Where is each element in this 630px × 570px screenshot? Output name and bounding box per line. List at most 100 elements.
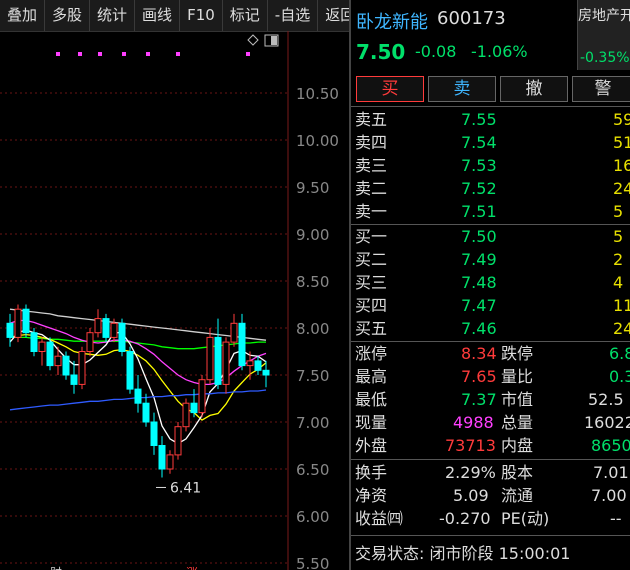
candle-body	[102, 318, 110, 338]
candle-body	[110, 322, 118, 338]
stat-label: 内盘	[501, 436, 534, 455]
alert-button[interactable]: 警	[572, 76, 630, 102]
stat-value: 52.5	[588, 390, 624, 409]
order-price: 7.47	[461, 296, 497, 315]
stat-value: 16022	[584, 413, 630, 432]
candle-body	[214, 336, 222, 385]
candle-body	[134, 388, 142, 404]
trade-status-label: 交易状态:	[355, 544, 425, 563]
price-axis-label: 5.50	[296, 555, 329, 570]
price-axis-label: 8.00	[296, 320, 329, 338]
price-axis-label: 9.50	[296, 179, 329, 197]
trade-buttons: 买 卖 撤 警	[351, 76, 630, 102]
order-price: 7.48	[461, 273, 497, 292]
low-marker-label: 6.41	[170, 480, 201, 496]
order-book-row: 卖四 7.54 51	[351, 131, 630, 154]
stock-name: 卧龙新能	[356, 12, 428, 33]
order-price: 7.54	[461, 133, 497, 152]
candle-body	[174, 426, 182, 456]
signal-dot	[246, 52, 250, 56]
stock-code: 600173	[437, 8, 506, 29]
stat-value: --	[610, 509, 622, 528]
buy-button[interactable]: 买	[356, 76, 424, 102]
signal-dot	[98, 52, 102, 56]
candle-body	[238, 322, 246, 367]
order-volume: 4	[613, 273, 624, 292]
candle-body	[38, 341, 46, 353]
stat-value: 2.29%	[445, 463, 496, 482]
order-label: 卖一	[355, 202, 388, 221]
order-price: 7.55	[461, 110, 497, 129]
order-volume: 51	[613, 133, 630, 152]
price-axis-label: 10.00	[296, 132, 339, 150]
order-book-row: 买四 7.47 11	[351, 294, 630, 317]
stat-value: 7.37	[461, 390, 497, 409]
order-volume: 2	[613, 250, 624, 269]
price-axis-label: 6.00	[296, 508, 329, 526]
order-label: 买三	[355, 273, 388, 292]
stat-label: 量比	[501, 367, 534, 386]
order-label: 买一	[355, 227, 388, 246]
order-price: 7.52	[461, 179, 497, 198]
stat-label: 外盘	[355, 436, 388, 455]
toolbar-mark[interactable]: 标记	[223, 0, 268, 31]
kline-chart[interactable]: 10.50 10.00 9.50 9.00 8.50 8.00 7.50 7.00 6.50 6.…	[0, 31, 349, 570]
order-book-row: 买二 7.49 2	[351, 248, 630, 271]
trade-status: 交易状态: 闭市阶段 15:00:01	[355, 540, 570, 564]
sell-button[interactable]: 卖	[428, 76, 496, 102]
cancel-button[interactable]: 撤	[500, 76, 568, 102]
toolbar-f10[interactable]: F10	[180, 0, 223, 31]
candle-body	[126, 351, 134, 390]
stat-value: 7.01	[593, 463, 629, 482]
price-axis-label: 7.00	[296, 414, 329, 432]
stat-label: 换手	[355, 463, 388, 482]
toolbar-remove-watchlist[interactable]: -自选	[268, 0, 319, 31]
trade-status-value: 闭市阶段 15:00:01	[429, 544, 571, 563]
order-book-row: 买五 7.46 24	[351, 317, 630, 340]
order-volume: 24	[613, 179, 630, 198]
candle-body	[182, 402, 190, 428]
stat-value: 73713	[445, 436, 496, 455]
candle-body	[54, 355, 62, 367]
signal-dot	[122, 52, 126, 56]
toolbar-overlay[interactable]: 叠加	[0, 0, 46, 31]
candle-body	[142, 402, 150, 423]
candle-body	[150, 421, 158, 446]
toolbar-statistics[interactable]: 统计	[90, 0, 136, 31]
candle-body	[14, 308, 22, 338]
sector-change-pct: -0.35%	[580, 50, 630, 66]
separator	[351, 535, 630, 536]
candle-body	[166, 454, 174, 470]
candle-body	[62, 355, 70, 376]
candle-body	[94, 318, 102, 334]
candle-body	[86, 332, 94, 353]
order-label: 卖三	[355, 156, 388, 175]
layout-icon-fill	[271, 36, 277, 45]
signal-dot	[78, 52, 82, 56]
price-axis-label: 10.50	[296, 85, 339, 103]
toolbar-multi-stock[interactable]: 多股	[45, 0, 91, 31]
sector-name: 房地产开发	[578, 8, 630, 24]
candle-body	[198, 379, 206, 414]
candle-body	[22, 308, 30, 334]
order-book-row: 卖二 7.52 24	[351, 177, 630, 200]
order-book-row: 卖五 7.55 59	[351, 108, 630, 131]
sector-box[interactable]: 房地产开发 -0.35%	[577, 0, 630, 70]
order-label: 卖二	[355, 179, 388, 198]
order-volume: 5	[613, 202, 624, 221]
price-axis-label: 6.50	[296, 461, 329, 479]
stat-label: 跌停	[501, 344, 534, 363]
price-axis-label: 9.00	[296, 226, 329, 244]
candle-body	[78, 351, 86, 385]
price-axis-label: 7.50	[296, 367, 329, 385]
order-volume: 24	[613, 319, 630, 338]
order-book-row: 卖三 7.53 16	[351, 154, 630, 177]
last-price: 7.50	[356, 40, 406, 64]
order-price: 7.51	[461, 202, 497, 221]
toolbar-draw-line[interactable]: 画线	[135, 0, 181, 31]
order-label: 卖四	[355, 133, 388, 152]
toolbar: 叠加 多股 统计 画线 F10 标记 -自选 返回	[0, 0, 364, 32]
stat-label: 收益㈣	[355, 509, 404, 528]
stat-value: 7.00	[591, 486, 627, 505]
order-price: 7.50	[461, 227, 497, 246]
